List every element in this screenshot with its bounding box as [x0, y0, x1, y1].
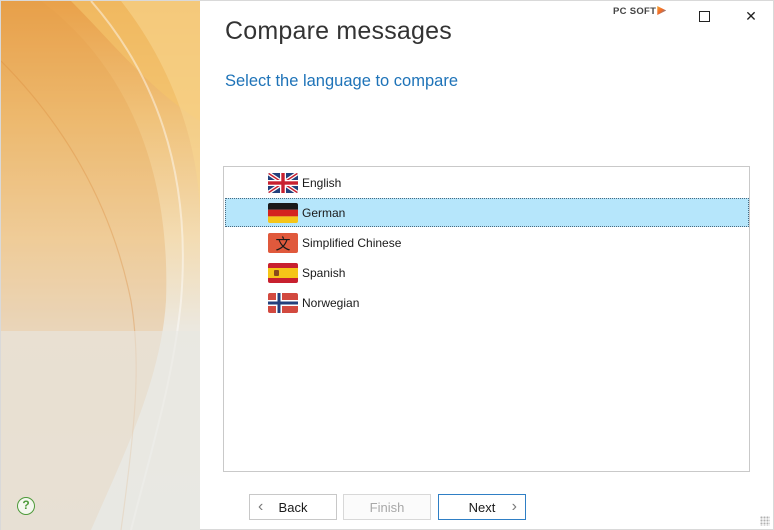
maximize-button[interactable]	[684, 1, 724, 31]
side-panel-art	[1, 1, 200, 530]
language-item-german[interactable]: German	[225, 198, 749, 227]
help-icon[interactable]: ?	[17, 497, 35, 515]
maximize-icon	[698, 10, 710, 22]
next-button[interactable]: Next ›	[438, 494, 526, 520]
back-button[interactable]: ‹ Back	[249, 494, 337, 520]
next-button-label: Next	[468, 499, 496, 515]
language-label: Simplified Chinese	[302, 235, 402, 250]
language-item-norwegian[interactable]: Norwegian	[225, 288, 749, 317]
language-list[interactable]: English German 文 Simplified Chinese Span…	[223, 166, 750, 472]
chevron-right-icon: ›	[511, 498, 517, 515]
language-item-simplified-chinese[interactable]: 文 Simplified Chinese	[225, 228, 749, 257]
norway-flag-icon	[268, 293, 298, 313]
spain-flag-icon	[268, 263, 298, 283]
svg-text:文: 文	[275, 235, 290, 253]
close-icon: ✕	[745, 7, 757, 24]
language-item-english[interactable]: English	[225, 168, 749, 197]
uk-flag-icon	[268, 173, 298, 193]
brand-logo: PC SOFT	[613, 6, 667, 17]
brand-mark-icon	[657, 6, 667, 15]
wizard-window: ? Compare messages Select the language t…	[0, 0, 774, 530]
language-label: English	[302, 175, 342, 190]
brand-text: PC SOFT	[613, 6, 657, 17]
page-subtitle: Select the language to compare	[225, 72, 458, 90]
germany-flag-icon	[268, 203, 298, 223]
language-item-spanish[interactable]: Spanish	[225, 258, 749, 287]
decorative-side-panel: ?	[1, 1, 200, 530]
back-button-label: Back	[278, 499, 308, 515]
finish-button-label: Finish	[369, 499, 405, 515]
resize-grip[interactable]	[760, 516, 770, 526]
chinese-character-icon: 文	[268, 233, 298, 253]
chevron-left-icon: ‹	[258, 498, 264, 515]
language-label: Spanish	[302, 265, 346, 280]
finish-button[interactable]: Finish	[343, 494, 431, 520]
language-label: Norwegian	[302, 295, 360, 310]
page-title: Compare messages	[225, 17, 452, 45]
close-button[interactable]: ✕	[731, 1, 771, 31]
language-label: German	[302, 205, 346, 220]
